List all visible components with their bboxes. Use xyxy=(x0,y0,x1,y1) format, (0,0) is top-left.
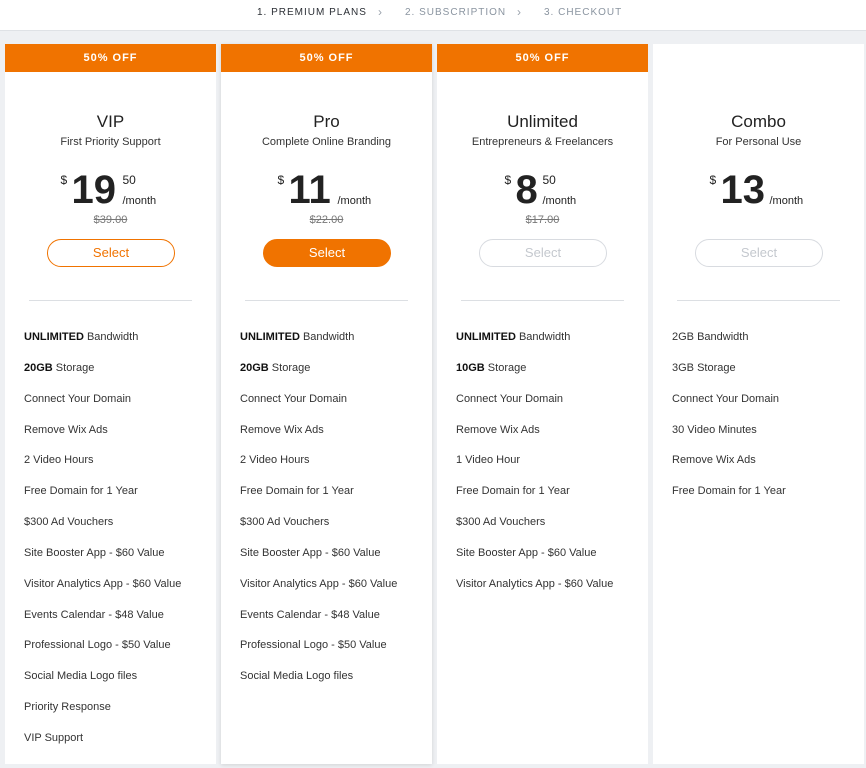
price-amount: 8 xyxy=(515,168,538,212)
plan-subtitle: For Personal Use xyxy=(715,136,802,148)
feature-item: Site Booster App - $60 Value xyxy=(24,546,165,559)
feature-item: $300 Ad Vouchers xyxy=(240,516,330,529)
select-vip-button[interactable]: Select xyxy=(47,239,175,267)
currency-symbol: $ xyxy=(504,173,512,187)
feature-item: UNLIMITED Bandwidth xyxy=(456,331,571,343)
original-price: $17.00 xyxy=(525,214,560,226)
plan-name: Pro xyxy=(313,112,340,131)
discount-ribbon: 50% OFF xyxy=(437,44,648,72)
price-amount: 19 xyxy=(71,168,117,212)
price-period: /month xyxy=(769,195,804,207)
feature-item: Connect Your Domain xyxy=(456,392,564,405)
discount-ribbon: 50% OFF xyxy=(221,44,432,72)
feature-item: Visitor Analytics App - $60 Value xyxy=(24,577,182,590)
price: $ 11 /month xyxy=(221,170,432,215)
feature-item: UNLIMITED Bandwidth xyxy=(24,331,139,343)
feature-item: 30 Video Minutes xyxy=(672,423,757,436)
feature-item: Free Domain for 1 Year xyxy=(456,485,570,498)
price-period: /month xyxy=(542,195,577,207)
feature-item: 2GB Bandwidth xyxy=(672,331,749,343)
price: $ 19 50 /month xyxy=(5,170,216,215)
feature-item: Free Domain for 1 Year xyxy=(24,485,138,498)
price-period: /month xyxy=(122,195,157,207)
plan-subtitle: First Priority Support xyxy=(60,136,161,148)
feature-item: Remove Wix Ads xyxy=(240,423,324,436)
feature-item: Connect Your Domain xyxy=(240,392,348,405)
feature-item: Connect Your Domain xyxy=(672,392,780,405)
feature-item: Social Media Logo files xyxy=(240,670,354,683)
chevron-right-icon: › xyxy=(378,5,383,19)
feature-item: Remove Wix Ads xyxy=(24,423,108,436)
divider xyxy=(245,300,408,301)
plan-card-combo: Combo For Personal Use $ 13 /month Selec… xyxy=(653,44,864,764)
feature-item: 3GB Storage xyxy=(672,361,736,374)
feature-item: Free Domain for 1 Year xyxy=(240,485,354,498)
currency-symbol: $ xyxy=(277,173,285,187)
select-combo-button[interactable]: Select xyxy=(695,239,823,267)
plan-card-unlimited: 50% OFF Unlimited Entrepreneurs & Freela… xyxy=(437,44,648,764)
feature-item: Events Calendar - $48 Value xyxy=(24,608,164,621)
plan-subtitle: Entrepreneurs & Freelancers xyxy=(471,136,614,148)
feature-item: Professional Logo - $50 Value xyxy=(240,639,387,652)
feature-item: $300 Ad Vouchers xyxy=(456,516,546,529)
feature-list: UNLIMITED Bandwidth 10GB Storage Connect… xyxy=(456,331,613,609)
feature-item: Priority Response xyxy=(24,701,111,714)
feature-list: UNLIMITED Bandwidth 20GB Storage Connect… xyxy=(24,331,181,763)
divider xyxy=(29,300,192,301)
feature-item: VIP Support xyxy=(24,731,84,744)
feature-item: 20GB Storage xyxy=(240,361,311,374)
discount-ribbon: 50% OFF xyxy=(5,44,216,72)
chevron-right-icon: › xyxy=(517,5,522,19)
feature-item: 1 Video Hour xyxy=(456,454,521,467)
price-period: /month xyxy=(337,195,372,207)
select-unlimited-button[interactable]: Select xyxy=(479,239,607,267)
plan-subtitle: Complete Online Branding xyxy=(261,136,392,148)
divider xyxy=(461,300,624,301)
step-subscription[interactable]: 2. SUBSCRIPTION xyxy=(405,7,506,18)
plan-card-pro: 50% OFF Pro Complete Online Branding $ 1… xyxy=(221,44,432,764)
original-price: $22.00 xyxy=(309,214,344,226)
select-pro-button[interactable]: Select xyxy=(263,239,391,267)
feature-item: Site Booster App - $60 Value xyxy=(240,546,381,559)
feature-item: Professional Logo - $50 Value xyxy=(24,639,171,652)
feature-item: Visitor Analytics App - $60 Value xyxy=(456,577,614,590)
feature-item: 2 Video Hours xyxy=(240,454,310,467)
original-price: $39.00 xyxy=(93,214,128,226)
feature-item: Connect Your Domain xyxy=(24,392,132,405)
feature-item: $300 Ad Vouchers xyxy=(24,516,114,529)
price: $ 8 50 /month xyxy=(437,170,648,215)
price-cents: 50 xyxy=(122,173,136,187)
feature-item: Remove Wix Ads xyxy=(672,454,756,467)
price-cents: 50 xyxy=(542,173,556,187)
feature-item: UNLIMITED Bandwidth xyxy=(240,331,355,343)
feature-item: 20GB Storage xyxy=(24,361,95,374)
feature-item: Free Domain for 1 Year xyxy=(672,485,786,498)
feature-item: Events Calendar - $48 Value xyxy=(240,608,380,621)
feature-item: Remove Wix Ads xyxy=(456,423,540,436)
plan-name: Unlimited xyxy=(507,112,578,131)
feature-item: 2 Video Hours xyxy=(24,454,94,467)
price-amount: 11 xyxy=(288,168,331,212)
step-checkout[interactable]: 3. CHECKOUT xyxy=(544,7,622,18)
step-premium-plans[interactable]: 1. PREMIUM PLANS xyxy=(257,7,367,18)
price-amount: 13 xyxy=(720,168,766,212)
feature-list: UNLIMITED Bandwidth 20GB Storage Connect… xyxy=(240,331,397,701)
feature-list: 2GB Bandwidth 3GB Storage Connect Your D… xyxy=(672,331,786,516)
price: $ 13 /month xyxy=(653,170,864,215)
plan-name: VIP xyxy=(96,112,125,131)
plan-card-vip: 50% OFF VIP First Priority Support $ 19 … xyxy=(5,44,216,764)
divider xyxy=(677,300,840,301)
feature-item: Visitor Analytics App - $60 Value xyxy=(240,577,398,590)
feature-item: 10GB Storage xyxy=(456,361,527,374)
feature-item: Social Media Logo files xyxy=(24,670,138,683)
checkout-steps-bar: 1. PREMIUM PLANS › 2. SUBSCRIPTION › 3. … xyxy=(0,0,866,31)
currency-symbol: $ xyxy=(60,173,68,187)
feature-item: Site Booster App - $60 Value xyxy=(456,546,597,559)
plan-name: Combo xyxy=(731,112,786,131)
currency-symbol: $ xyxy=(709,173,717,187)
